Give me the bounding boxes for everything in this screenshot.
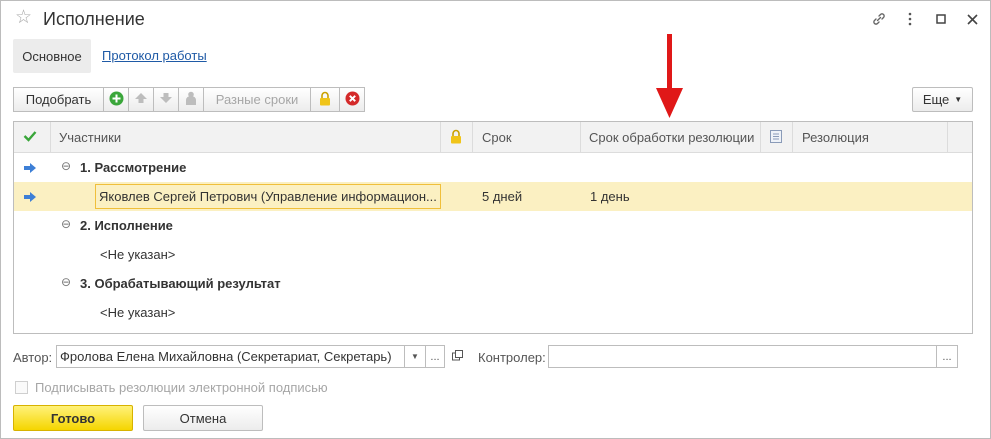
sign-checkbox-label: Подписывать резолюции электронной подпис…	[35, 380, 328, 395]
window-title: Исполнение	[43, 9, 145, 29]
star-icon[interactable]: ☆	[15, 8, 32, 28]
move-up-icon	[134, 92, 148, 107]
done-button[interactable]: Готово	[13, 405, 133, 431]
move-down-button[interactable]	[153, 87, 179, 112]
processing-term-cell[interactable]: 1 день	[590, 182, 758, 211]
maximize-icon[interactable]	[931, 9, 951, 29]
ellipsis-icon: ...	[430, 350, 440, 363]
title-bar: ☆ Исполнение	[1, 1, 990, 37]
collapse-icon[interactable]: ⊖	[61, 276, 72, 288]
table-row[interactable]: ⊖ 1. Рассмотрение	[14, 153, 972, 182]
header-check[interactable]	[14, 122, 51, 153]
move-up-button[interactable]	[128, 87, 154, 112]
header-resolution[interactable]: Резолюция	[793, 122, 948, 153]
sign-checkbox[interactable]	[15, 381, 28, 394]
dialog-window: ☆ Исполнение Основное Протокол работы По…	[0, 0, 991, 439]
header-lock[interactable]	[441, 122, 473, 153]
ellipsis-icon: ...	[942, 350, 952, 363]
current-row-arrow-icon	[23, 153, 43, 182]
move-down-icon	[159, 92, 173, 107]
chevron-down-icon: ▼	[411, 352, 419, 361]
add-button[interactable]	[103, 87, 129, 112]
table-row[interactable]: <Не указан>	[14, 298, 972, 327]
pick-button[interactable]: Подобрать	[13, 87, 104, 112]
group-label: 2. Исполнение	[80, 218, 173, 233]
more-button[interactable]: Еще ▼	[912, 87, 973, 112]
header-processing-term[interactable]: Срок обработки резолюции	[581, 122, 761, 153]
participants-table: Участники Срок Срок обработки резолюции …	[13, 121, 973, 334]
header-term[interactable]: Срок	[473, 122, 581, 153]
controller-field[interactable]	[548, 345, 937, 368]
table-row[interactable]: <Не указан>	[14, 240, 972, 269]
table-header: Участники Срок Срок обработки резолюции …	[14, 122, 972, 153]
chevron-down-icon: ▼	[954, 95, 963, 104]
add-icon	[109, 91, 124, 109]
author-select-button[interactable]: ...	[425, 345, 445, 368]
delete-button[interactable]	[339, 87, 365, 112]
annotation-arrow-icon	[656, 34, 683, 118]
header-participants[interactable]: Участники	[51, 122, 441, 153]
lock-icon	[319, 91, 331, 109]
table-toolbar: Подобрать Разные сроки	[13, 87, 365, 112]
group-label: 1. Рассмотрение	[80, 160, 187, 175]
participant-cell-editor[interactable]: Яковлев Сергей Петрович (Управление инфо…	[95, 184, 441, 209]
tab-protocol[interactable]: Протокол работы	[102, 48, 207, 63]
table-row[interactable]: ⊖ 3. Обрабатывающий результат	[14, 269, 972, 298]
participant-cell: <Не указан>	[100, 247, 176, 262]
author-open-button[interactable]	[448, 345, 467, 368]
open-form-icon	[452, 349, 463, 364]
table-row[interactable]: ⊖ 2. Исполнение	[14, 211, 972, 240]
cancel-button[interactable]: Отмена	[143, 405, 263, 431]
collapse-icon[interactable]: ⊖	[61, 160, 72, 172]
link-icon[interactable]	[869, 9, 889, 29]
kebab-menu-icon[interactable]	[900, 9, 920, 29]
participant-cell: <Не указан>	[100, 305, 176, 320]
check-icon	[23, 130, 37, 145]
person-button[interactable]	[178, 87, 204, 112]
note-icon	[770, 129, 782, 146]
header-note[interactable]	[761, 122, 793, 153]
different-dates-button[interactable]: Разные сроки	[203, 87, 311, 112]
author-dropdown-button[interactable]: ▼	[404, 345, 426, 368]
person-icon	[185, 91, 197, 109]
author-field[interactable]: Фролова Елена Михайловна (Секретариат, С…	[56, 345, 405, 368]
more-label: Еще	[922, 92, 950, 107]
collapse-icon[interactable]: ⊖	[61, 218, 72, 230]
current-row-arrow-icon	[23, 182, 43, 211]
controller-select-button[interactable]: ...	[936, 345, 958, 368]
tab-main[interactable]: Основное	[13, 39, 91, 73]
term-cell[interactable]: 5 дней	[482, 182, 577, 211]
lock-icon	[450, 129, 462, 147]
table-row[interactable]: Яковлев Сергей Петрович (Управление инфо…	[14, 182, 972, 211]
lock-button[interactable]	[310, 87, 340, 112]
close-icon[interactable]	[962, 9, 982, 29]
author-label: Автор:	[13, 350, 53, 365]
controller-label: Контролер:	[478, 350, 546, 365]
delete-icon	[345, 91, 360, 109]
group-label: 3. Обрабатывающий результат	[80, 276, 281, 291]
